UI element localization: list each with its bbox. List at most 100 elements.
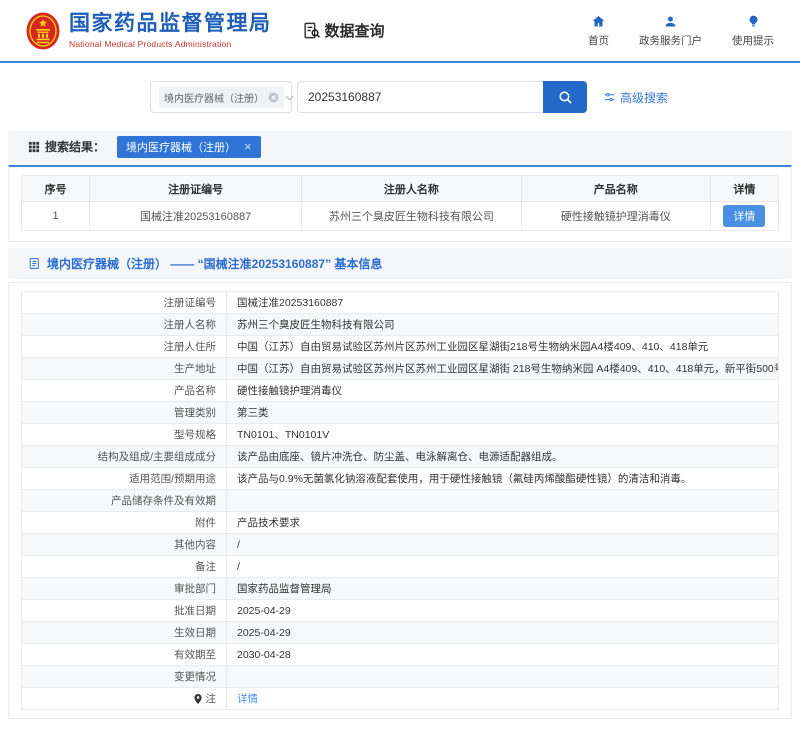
nmpa-emblem-logo <box>26 12 60 50</box>
org-names: 国家药品监督管理局 National Medical Products Admi… <box>69 12 272 48</box>
field-label: 审批部门 <box>22 578 227 600</box>
data-query-icon <box>302 21 321 40</box>
basic-info-bar: 境内医疗器械（注册） —— “国械注准20253160887” 基本信息 <box>8 248 792 279</box>
col-reg-no: 注册证编号 <box>90 176 302 202</box>
detail-row: 注册人名称 苏州三个臭皮匠生物科技有限公司 <box>22 314 779 336</box>
field-label: 注册人住所 <box>22 336 227 358</box>
cell-reg-no: 国械注准20253160887 <box>90 202 302 231</box>
note-detail-link[interactable]: 详情 <box>237 693 258 705</box>
detail-row: 生效日期 2025-04-29 <box>22 622 779 644</box>
detail-row: 审批部门 国家药品监督管理局 <box>22 578 779 600</box>
field-value: 产品技术要求 <box>227 512 779 534</box>
field-label: 结构及组成/主要组成成分 <box>22 446 227 468</box>
nav-home-label: 首页 <box>588 33 609 48</box>
field-value: 苏州三个臭皮匠生物科技有限公司 <box>227 314 779 336</box>
pin-icon <box>193 693 203 705</box>
search-results-bar: 搜索结果： 境内医疗器械（注册） × <box>8 131 792 162</box>
basic-info-title: 境内医疗器械（注册） —— “国械注准20253160887” 基本信息 <box>47 255 382 272</box>
field-value: 中国（江苏）自由贸易试验区苏州片区苏州工业园区星湖街 218号生物纳米园 A4楼… <box>227 358 779 380</box>
app-title-label: 数据查询 <box>325 20 385 41</box>
category-tag-label: 境内医疗器械（注册） <box>164 90 264 105</box>
nav-usage-tips-label: 使用提示 <box>732 33 774 48</box>
field-value: 国家药品监督管理局 <box>227 578 779 600</box>
field-label: 管理类别 <box>22 402 227 424</box>
field-value: / <box>227 534 779 556</box>
field-label: 产品名称 <box>22 380 227 402</box>
filter-icon <box>603 91 616 104</box>
field-label: 注册人名称 <box>22 314 227 336</box>
results-header-row: 序号 注册证编号 注册人名称 产品名称 详情 <box>22 176 779 202</box>
category-tag: 境内医疗器械（注册） <box>159 87 284 108</box>
org-name-en: National Medical Products Administration <box>69 39 272 49</box>
nav-usage-tips[interactable]: 使用提示 <box>732 14 774 48</box>
table-row: 1 国械注准20253160887 苏州三个臭皮匠生物科技有限公司 硬性接触镜护… <box>22 202 779 231</box>
field-label: 注 <box>22 688 227 710</box>
field-label: 备注 <box>22 556 227 578</box>
detail-row: 注册人住所 中国（江苏）自由贸易试验区苏州片区苏州工业园区星湖街218号生物纳米… <box>22 336 779 358</box>
cell-index: 1 <box>22 202 90 231</box>
nav-gov-portal[interactable]: 政务服务门户 <box>639 14 702 48</box>
detail-row: 附件 产品技术要求 <box>22 512 779 534</box>
filter-tag-label: 境内医疗器械（注册） <box>126 139 236 155</box>
field-value: 2025-04-29 <box>227 600 779 622</box>
field-value: 国械注准20253160887 <box>227 292 779 314</box>
field-label: 其他内容 <box>22 534 227 556</box>
col-product: 产品名称 <box>521 176 710 202</box>
search-button[interactable] <box>543 81 587 113</box>
results-card: 序号 注册证编号 注册人名称 产品名称 详情 1 国械注准20253160887… <box>8 165 792 242</box>
field-label: 产品储存条件及有效期 <box>22 490 227 512</box>
header-nav: 首页 政务服务门户 使用提示 <box>588 14 774 48</box>
detail-button[interactable]: 详情 <box>723 205 765 227</box>
close-icon[interactable]: × <box>244 140 252 153</box>
detail-row: 注 详情 <box>22 688 779 710</box>
field-label: 变更情况 <box>22 666 227 688</box>
field-value: 第三类 <box>227 402 779 424</box>
field-value: 中国（江苏）自由贸易试验区苏州片区苏州工业园区星湖街218号生物纳米园A4楼40… <box>227 336 779 358</box>
cell-detail: 详情 <box>710 202 778 231</box>
detail-row: 产品储存条件及有效期 <box>22 490 779 512</box>
field-label: 批准日期 <box>22 600 227 622</box>
search-icon <box>557 89 574 106</box>
detail-row: 备注 / <box>22 556 779 578</box>
results-table: 序号 注册证编号 注册人名称 产品名称 详情 1 国械注准20253160887… <box>21 175 779 231</box>
detail-row: 型号规格 TN0101、TN0101V <box>22 424 779 446</box>
col-index: 序号 <box>22 176 90 202</box>
col-detail: 详情 <box>710 176 778 202</box>
category-select[interactable]: 境内医疗器械（注册） <box>150 81 292 113</box>
field-value: 2030-04-28 <box>227 644 779 666</box>
data-query-title: 数据查询 <box>302 20 385 41</box>
detail-row: 注册证编号 国械注准20253160887 <box>22 292 779 314</box>
advanced-search-label: 高级搜索 <box>620 89 668 106</box>
circle-close-icon[interactable] <box>268 92 279 103</box>
field-value: 该产品由底座、镜片冲洗仓、防尘盖、电泳解离仓、电源适配器组成。 <box>227 446 779 468</box>
detail-row: 生产地址 中国（江苏）自由贸易试验区苏州片区苏州工业园区星湖街 218号生物纳米… <box>22 358 779 380</box>
search-input[interactable] <box>297 81 543 113</box>
detail-row: 变更情况 <box>22 666 779 688</box>
field-label: 附件 <box>22 512 227 534</box>
detail-row: 其他内容 / <box>22 534 779 556</box>
col-registrant: 注册人名称 <box>302 176 522 202</box>
field-label: 适用范围/预期用途 <box>22 468 227 490</box>
field-label: 有效期至 <box>22 644 227 666</box>
detail-row: 产品名称 硬性接触镜护理消毒仪 <box>22 380 779 402</box>
field-value <box>227 490 779 512</box>
home-icon <box>591 14 606 29</box>
logo-wrap: 国家药品监督管理局 National Medical Products Admi… <box>26 12 272 50</box>
detail-row: 管理类别 第三类 <box>22 402 779 424</box>
advanced-search-link[interactable]: 高级搜索 <box>603 89 668 106</box>
field-value: 硬性接触镜护理消毒仪 <box>227 380 779 402</box>
org-name-cn: 国家药品监督管理局 <box>69 12 272 35</box>
site-header: 国家药品监督管理局 National Medical Products Admi… <box>0 0 800 63</box>
detail-table: 注册证编号 国械注准20253160887 注册人名称 苏州三个臭皮匠生物科技有… <box>21 291 779 710</box>
nav-home[interactable]: 首页 <box>588 14 609 48</box>
filter-tag[interactable]: 境内医疗器械（注册） × <box>117 136 261 158</box>
detail-row: 批准日期 2025-04-29 <box>22 600 779 622</box>
field-value: 该产品与0.9%无菌氯化钠溶液配套使用，用于硬性接触镜（氟硅丙烯酸酯硬性镜）的清… <box>227 468 779 490</box>
field-value: TN0101、TN0101V <box>227 424 779 446</box>
cell-registrant: 苏州三个臭皮匠生物科技有限公司 <box>302 202 522 231</box>
cell-product: 硬性接触镜护理消毒仪 <box>521 202 710 231</box>
field-label: 型号规格 <box>22 424 227 446</box>
chevron-down-icon <box>284 93 295 102</box>
detail-row: 适用范围/预期用途 该产品与0.9%无菌氯化钠溶液配套使用，用于硬性接触镜（氟硅… <box>22 468 779 490</box>
nav-gov-portal-label: 政务服务门户 <box>639 33 702 48</box>
